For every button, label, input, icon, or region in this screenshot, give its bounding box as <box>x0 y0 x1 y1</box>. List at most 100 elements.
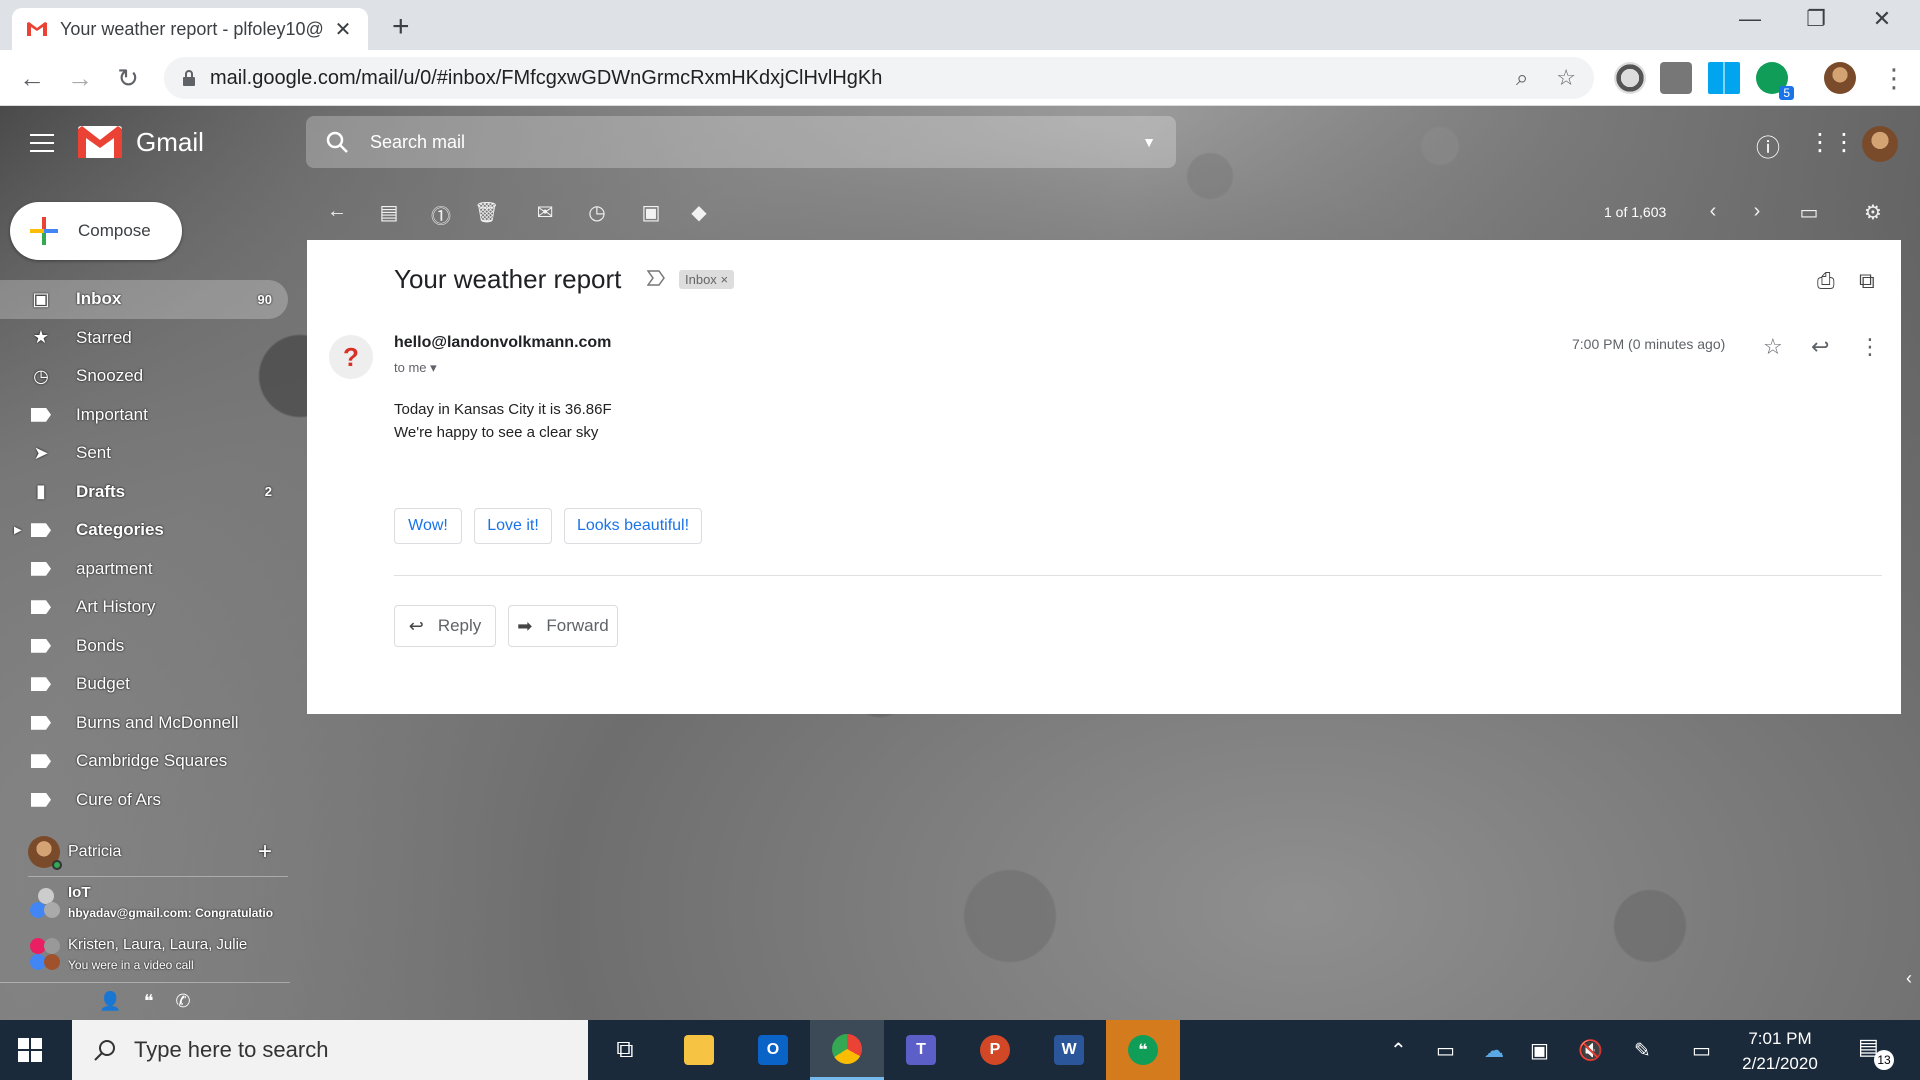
browser-toolbar: ← → ↻ mail.google.com/mail/u/0/#inbox/FM… <box>0 50 1920 106</box>
sidebar-item-important[interactable]: Important <box>0 396 288 435</box>
sidebar-item-cure-of-ars[interactable]: Cure of Ars <box>0 781 288 820</box>
sidebar-item-sent[interactable]: ➤ Sent <box>0 434 288 473</box>
gmail-logo[interactable]: Gmail <box>78 126 204 158</box>
new-tab-icon[interactable]: + <box>392 10 410 44</box>
search-icon[interactable] <box>326 131 348 153</box>
system-clock[interactable]: 7:01 PM 2/21/2020 <box>1720 1026 1840 1076</box>
delete-icon[interactable]: 🗑 <box>474 200 499 224</box>
expand-arrow-icon[interactable]: ▶ <box>14 525 22 536</box>
battery-icon[interactable]: ▭ <box>1436 1038 1455 1063</box>
older-icon[interactable]: › <box>1746 200 1768 222</box>
snooze-icon[interactable]: ◷ <box>586 200 608 224</box>
reload-icon[interactable]: ↻ <box>110 60 146 96</box>
hangouts-app-icon[interactable]: ❝ <box>1106 1020 1180 1080</box>
network-icon[interactable]: ▣ <box>1530 1038 1549 1063</box>
task-view-icon[interactable]: ⧉ <box>588 1020 662 1080</box>
hangouts-chat-group[interactable]: Kristen, Laura, Laura, Julie You were in… <box>0 932 290 984</box>
help-icon[interactable]: ⓘ <box>1756 128 1780 163</box>
recipient-details[interactable]: to me ▾ <box>394 360 437 376</box>
chrome-icon[interactable] <box>810 1020 884 1080</box>
taskbar-search-input[interactable]: Type here to search <box>134 1037 328 1063</box>
file-explorer-icon[interactable] <box>662 1020 736 1080</box>
teams-icon[interactable]: T <box>884 1020 958 1080</box>
importance-marker-icon[interactable] <box>647 270 665 286</box>
sidebar-item-burns-and-mcdonnell[interactable]: Burns and McDonnell <box>0 704 288 743</box>
contacts-icon[interactable]: 👤 <box>99 991 121 1012</box>
profile-avatar[interactable] <box>1824 62 1856 94</box>
archive-icon[interactable]: ▤ <box>378 200 400 224</box>
sender-email[interactable]: hello@landonvolkmann.com <box>394 334 611 352</box>
move-to-icon[interactable]: ▣ <box>640 200 662 224</box>
windows-extension-icon[interactable] <box>1708 62 1740 94</box>
extension-icon[interactable] <box>1614 62 1646 94</box>
hangouts-icon[interactable]: ❝ <box>144 991 154 1012</box>
browser-tab[interactable]: Your weather report - plfoley10@ ✕ <box>12 8 368 50</box>
open-new-window-icon[interactable]: ⧉ <box>1859 268 1875 294</box>
sidebar-item-drafts[interactable]: ▮ Drafts 2 <box>0 473 288 512</box>
phone-icon[interactable]: ✆ <box>176 991 191 1012</box>
sidebar-item-apartment[interactable]: apartment <box>0 550 288 589</box>
outlook-icon[interactable]: O <box>736 1020 810 1080</box>
minimize-icon[interactable]: — <box>1720 6 1780 32</box>
side-panel-toggle-icon[interactable]: ‹ <box>1898 968 1920 1004</box>
hangouts-user[interactable]: Patricia + <box>0 832 290 872</box>
search-options-icon[interactable]: ▼ <box>1142 134 1156 150</box>
back-to-inbox-icon[interactable]: ← <box>326 200 348 222</box>
tab-close-icon[interactable]: ✕ <box>332 17 354 42</box>
taskbar-search[interactable]: Type here to search <box>72 1020 588 1080</box>
sidebar-item-snoozed[interactable]: ◷ Snoozed <box>0 357 288 396</box>
back-icon[interactable]: ← <box>14 60 50 96</box>
show-details-icon[interactable]: ▾ <box>430 360 437 375</box>
pen-icon[interactable]: ✎ <box>1634 1038 1651 1063</box>
compose-button[interactable]: Compose <box>10 202 182 260</box>
sidebar-item-cambridge-squares[interactable]: Cambridge Squares <box>0 742 288 781</box>
mark-unread-icon[interactable]: ✉ <box>534 200 556 224</box>
browser-menu-icon[interactable]: ⋮ <box>1876 60 1912 96</box>
remove-label-icon[interactable]: × <box>720 272 728 287</box>
word-icon[interactable]: W <box>1032 1020 1106 1080</box>
new-conversation-icon[interactable]: + <box>258 838 272 866</box>
more-options-icon[interactable]: ⋮ <box>1859 334 1881 360</box>
search-input[interactable]: Search mail <box>370 132 1142 153</box>
print-icon[interactable]: ⎙ <box>1817 268 1835 294</box>
volume-muted-icon[interactable]: 🔇 <box>1578 1038 1603 1063</box>
divider <box>394 575 1882 576</box>
touch-keyboard-icon[interactable]: ▭ <box>1692 1038 1711 1063</box>
windows-start-icon[interactable] <box>18 1038 42 1062</box>
address-bar[interactable]: mail.google.com/mail/u/0/#inbox/FMfcgxwG… <box>164 57 1594 99</box>
settings-gear-icon[interactable]: ⚙ <box>1862 200 1884 224</box>
sidebar-item-starred[interactable]: ★ Starred <box>0 319 288 358</box>
bookmark-star-icon[interactable]: ☆ <box>1556 65 1576 91</box>
forward-icon[interactable]: → <box>62 60 98 96</box>
extension-printer-icon[interactable] <box>1660 62 1692 94</box>
input-tools-icon[interactable]: ▭ <box>1798 200 1820 224</box>
sidebar-item-art-history[interactable]: Art History <box>0 588 288 627</box>
restore-icon[interactable]: ❐ <box>1786 6 1846 32</box>
star-message-icon[interactable]: ☆ <box>1763 334 1783 360</box>
smart-reply-wow[interactable]: Wow! <box>394 508 462 544</box>
hangouts-extension-icon[interactable]: 5 <box>1756 62 1794 100</box>
hangouts-bottom-bar: 👤 ❝ ✆ <box>0 982 290 1020</box>
sidebar-item-categories[interactable]: ▶ Categories <box>0 511 288 550</box>
sidebar-item-inbox[interactable]: ▣ Inbox 90 <box>0 280 288 319</box>
hangouts-chat-iot[interactable]: IoT hbyadav@gmail.com: Congratulatio <box>0 880 290 932</box>
report-spam-icon[interactable]: ⓵ <box>430 200 452 228</box>
sidebar-item-budget[interactable]: Budget <box>0 665 288 704</box>
sidebar-item-bonds[interactable]: Bonds <box>0 627 288 666</box>
zoom-icon[interactable]: ⌕ <box>1516 65 1528 91</box>
smart-reply-looks-beautiful[interactable]: Looks beautiful! <box>564 508 702 544</box>
forward-button[interactable]: ➡ Forward <box>508 605 618 647</box>
show-hidden-icons-icon[interactable]: ⌃ <box>1390 1038 1407 1063</box>
labels-icon[interactable]: ◆ <box>688 200 710 224</box>
inbox-label-chip[interactable]: Inbox × <box>679 270 735 289</box>
search-mail-box[interactable]: Search mail ▼ <box>306 116 1176 168</box>
powerpoint-icon[interactable]: P <box>958 1020 1032 1080</box>
main-menu-icon[interactable] <box>30 134 54 152</box>
newer-icon[interactable]: ‹ <box>1702 200 1724 222</box>
smart-reply-love-it[interactable]: Love it! <box>474 508 552 544</box>
reply-icon[interactable]: ↩ <box>1811 334 1829 360</box>
onedrive-icon[interactable]: ☁ <box>1484 1038 1504 1063</box>
window-close-icon[interactable]: ✕ <box>1852 6 1912 32</box>
account-avatar[interactable] <box>1862 126 1898 162</box>
reply-button[interactable]: ↩ Reply <box>394 605 496 647</box>
